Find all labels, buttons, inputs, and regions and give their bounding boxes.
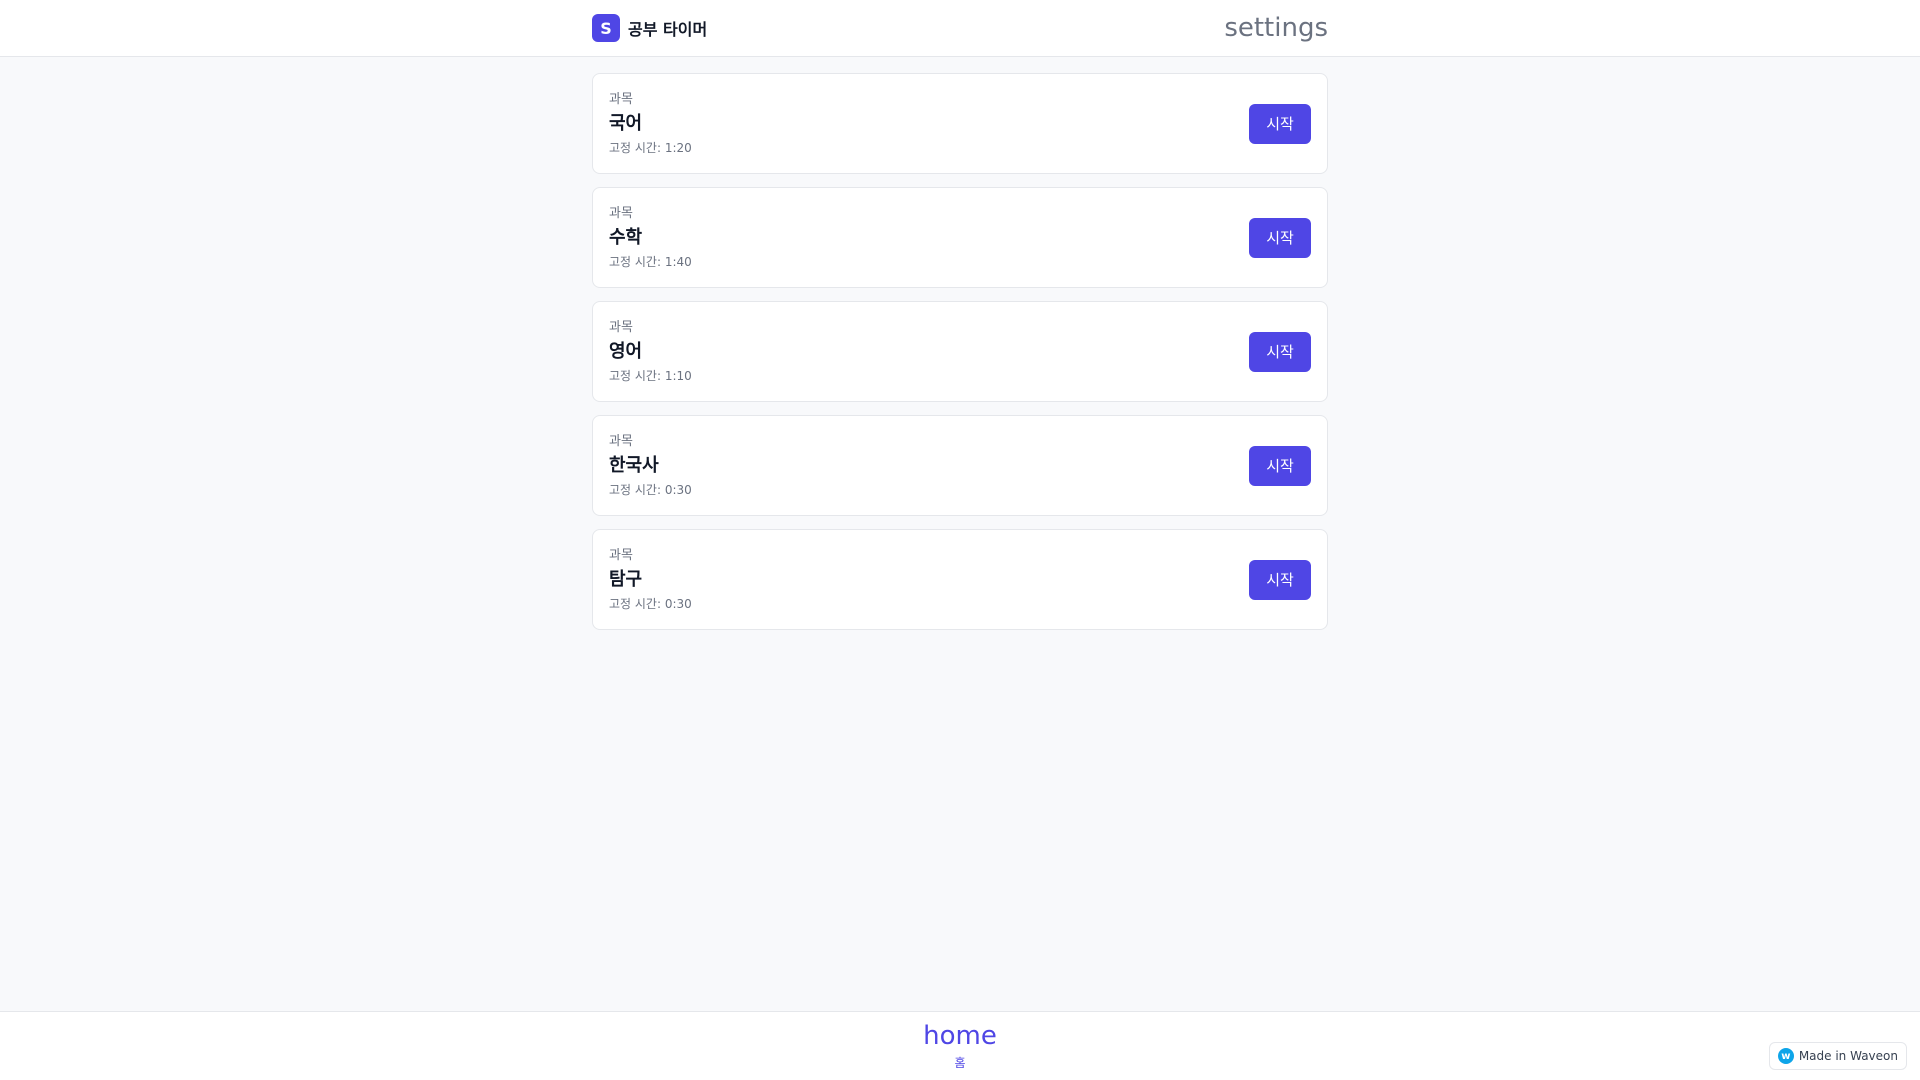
- subject-info: 과목 영어 고정 시간: 1:10: [609, 319, 692, 385]
- subject-name: 한국사: [609, 454, 659, 476]
- start-button[interactable]: 시작: [1249, 559, 1311, 600]
- subject-info: 과목 한국사 고정 시간: 0:30: [609, 433, 692, 499]
- badge-text: Made in Waveon: [1798, 1049, 1898, 1063]
- app-logo-icon: S: [592, 14, 620, 42]
- subject-label: 과목: [609, 319, 633, 335]
- subject-label: 과목: [609, 91, 633, 107]
- subject-label: 과목: [609, 205, 633, 221]
- header-inner: S 공부 타이머 settings: [592, 0, 1328, 56]
- fixed-time: 고정 시간: 1:20: [609, 140, 692, 155]
- waveon-logo-icon: w: [1777, 1048, 1794, 1064]
- brand[interactable]: S 공부 타이머: [592, 14, 707, 42]
- subject-info: 과목 국어 고정 시간: 1:20: [609, 91, 692, 157]
- fixed-time: 고정 시간: 1:40: [609, 254, 692, 269]
- home-icon: home: [923, 1021, 997, 1051]
- top-header: S 공부 타이머 settings: [0, 0, 1920, 57]
- subject-info: 과목 수학 고정 시간: 1:40: [609, 205, 692, 271]
- bottom-nav: home 홈: [0, 1011, 1920, 1080]
- subject-card: 과목 영어 고정 시간: 1:10 시작: [592, 301, 1328, 402]
- nav-item-home[interactable]: home 홈: [910, 1020, 1010, 1072]
- start-button[interactable]: 시작: [1249, 217, 1311, 258]
- subject-card: 과목 한국사 고정 시간: 0:30 시작: [592, 415, 1328, 516]
- nav-item-label: 홈: [954, 1056, 966, 1070]
- subject-name: 국어: [609, 112, 643, 134]
- fixed-time: 고정 시간: 1:10: [609, 368, 692, 383]
- fixed-time: 고정 시간: 0:30: [609, 482, 692, 497]
- subject-list: 과목 국어 고정 시간: 1:20 시작 과목 수학 고정 시간: 1:40 시…: [592, 73, 1328, 630]
- app-name: 공부 타이머: [628, 20, 708, 39]
- subject-label: 과목: [609, 547, 633, 563]
- fixed-time: 고정 시간: 0:30: [609, 596, 692, 611]
- subject-info: 과목 탐구 고정 시간: 0:30: [609, 547, 692, 613]
- start-button[interactable]: 시작: [1249, 445, 1311, 486]
- subject-label: 과목: [609, 433, 633, 449]
- subject-card: 과목 수학 고정 시간: 1:40 시작: [592, 187, 1328, 288]
- subject-name: 영어: [609, 340, 643, 362]
- subject-name: 수학: [609, 226, 643, 248]
- subject-card: 과목 국어 고정 시간: 1:20 시작: [592, 73, 1328, 174]
- start-button[interactable]: 시작: [1249, 331, 1311, 372]
- start-button[interactable]: 시작: [1249, 103, 1311, 144]
- subject-name: 탐구: [609, 568, 643, 590]
- settings-button[interactable]: settings: [1224, 13, 1328, 43]
- subject-card: 과목 탐구 고정 시간: 0:30 시작: [592, 529, 1328, 630]
- made-in-waveon-badge[interactable]: w Made in Waveon: [1768, 1042, 1907, 1070]
